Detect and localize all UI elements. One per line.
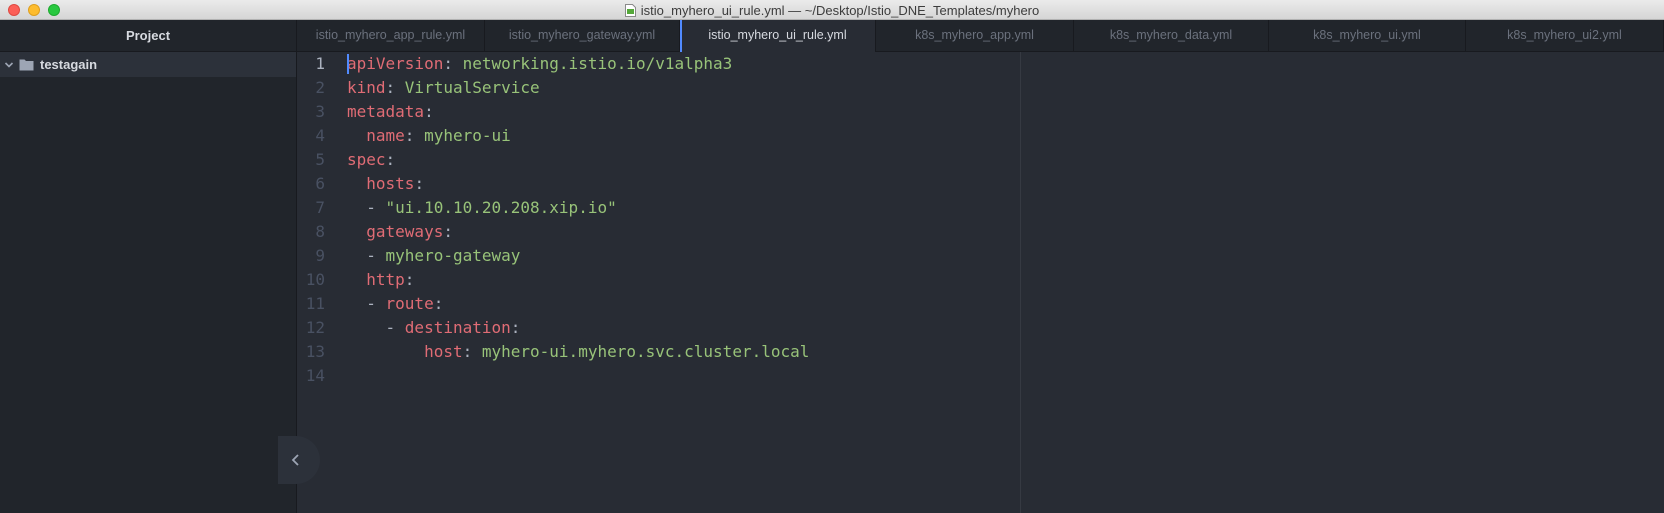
line-number: 4 — [315, 126, 325, 145]
code-line[interactable]: - route: — [347, 292, 443, 316]
yaml-value: myhero-gateway — [385, 246, 521, 265]
tree-view-header[interactable]: Project — [0, 20, 296, 52]
editor-window: istio_myhero_ui_rule.yml — ~/Desktop/Ist… — [0, 0, 1664, 513]
yaml-punctuation: : — [385, 78, 405, 97]
yaml-value: "ui.10.10.20.208.xip.io" — [385, 198, 617, 217]
folder-icon — [19, 59, 34, 71]
code-line[interactable]: kind: VirtualService — [347, 76, 540, 100]
code-line[interactable]: spec: — [347, 148, 395, 172]
line-number: 8 — [315, 222, 325, 241]
code-line[interactable]: - destination: — [347, 316, 521, 340]
yaml-key: hosts — [366, 174, 415, 193]
yaml-file-icon — [624, 3, 636, 17]
code-line[interactable]: gateways: — [347, 220, 453, 244]
line-number: 1 — [315, 54, 325, 73]
yaml-key: name — [366, 126, 405, 145]
yaml-punctuation: : — [404, 126, 425, 145]
tree-root-folder[interactable]: testagain — [0, 52, 296, 77]
code-line[interactable]: hosts: — [347, 172, 424, 196]
line-number: 3 — [315, 102, 325, 121]
line-number: 12 — [305, 318, 325, 337]
yaml-punctuation — [347, 270, 366, 289]
yaml-punctuation: - — [347, 198, 386, 217]
code-line[interactable]: metadata: — [347, 100, 434, 124]
yaml-key: route — [385, 294, 434, 313]
tab-k8s-myhero-ui2[interactable]: k8s_myhero_ui2.yml — [1466, 20, 1664, 51]
tab-istio-myhero-gateway[interactable]: istio_myhero_gateway.yml — [485, 20, 680, 51]
tab-k8s-myhero-app[interactable]: k8s_myhero_app.yml — [876, 20, 1074, 51]
yaml-value: myhero-ui — [424, 126, 511, 145]
chevron-left-icon — [291, 454, 299, 466]
line-number: 13 — [305, 342, 325, 361]
yaml-key: gateways — [366, 222, 444, 241]
yaml-punctuation: - — [347, 318, 405, 337]
yaml-key: metadata — [347, 102, 425, 121]
tab-k8s-myhero-data[interactable]: k8s_myhero_data.yml — [1074, 20, 1269, 51]
text-cursor — [347, 54, 349, 74]
window-title: istio_myhero_ui_rule.yml — ~/Desktop/Ist… — [640, 2, 1040, 18]
yaml-key: kind — [347, 78, 386, 97]
yaml-key: spec — [347, 150, 386, 169]
code-line[interactable]: name: myhero-ui — [347, 124, 511, 148]
line-number: 11 — [305, 294, 325, 313]
yaml-punctuation — [347, 174, 366, 193]
title-bar: istio_myhero_ui_rule.yml — ~/Desktop/Ist… — [0, 0, 1664, 20]
line-number: 7 — [315, 198, 325, 217]
yaml-value: networking.istio.io/v1alpha3 — [462, 54, 733, 73]
yaml-key: apiVersion — [347, 54, 444, 73]
code-line[interactable]: host: myhero-ui.myhero.svc.cluster.local — [347, 340, 809, 364]
code-line[interactable]: - "ui.10.10.20.208.xip.io" — [347, 196, 617, 220]
line-number: 9 — [315, 246, 325, 265]
yaml-key: http — [366, 270, 405, 289]
yaml-punctuation: - — [347, 294, 386, 313]
code-line[interactable]: http: — [347, 268, 414, 292]
yaml-punctuation: : — [443, 222, 453, 241]
yaml-punctuation: - — [347, 246, 386, 265]
yaml-punctuation: : — [433, 294, 444, 313]
line-number: 14 — [305, 366, 325, 385]
tab-bar: istio_myhero_app_rule.yml istio_myhero_g… — [297, 20, 1664, 52]
line-number: 2 — [315, 78, 325, 97]
yaml-punctuation: : — [462, 342, 482, 361]
code-line[interactable]: - myhero-gateway — [347, 244, 520, 268]
title-wrap: istio_myhero_ui_rule.yml — ~/Desktop/Ist… — [0, 0, 1664, 20]
yaml-key: destination — [404, 318, 511, 337]
yaml-punctuation: : — [510, 318, 521, 337]
yaml-punctuation: : — [404, 270, 415, 289]
code-line[interactable]: apiVersion: networking.istio.io/v1alpha3 — [347, 52, 732, 76]
yaml-punctuation: : — [443, 54, 463, 73]
yaml-punctuation — [347, 222, 366, 241]
text-editor[interactable]: 1 2 3 4 5 6 7 8 9 10 11 12 13 14 apiVers… — [297, 52, 1664, 513]
yaml-punctuation: : — [385, 150, 396, 169]
yaml-punctuation — [347, 342, 424, 361]
line-number: 5 — [315, 150, 325, 169]
line-number: 6 — [315, 174, 325, 193]
yaml-punctuation: : — [424, 102, 434, 121]
line-number: 10 — [305, 270, 325, 289]
yaml-key: host — [424, 342, 463, 361]
code-area[interactable]: apiVersion: networking.istio.io/v1alpha3… — [347, 52, 1664, 513]
tree-root-folder-label: testagain — [40, 57, 98, 72]
yaml-punctuation: : — [414, 174, 425, 193]
yaml-value: myhero-ui.myhero.svc.cluster.local — [481, 342, 810, 361]
chevron-down-icon — [4, 61, 14, 68]
yaml-value: VirtualService — [404, 78, 540, 97]
yaml-punctuation — [347, 126, 366, 145]
tree-view: Project testagain — [0, 20, 297, 513]
tab-istio-myhero-ui-rule[interactable]: istio_myhero_ui_rule.yml — [680, 20, 876, 52]
tab-istio-myhero-app-rule[interactable]: istio_myhero_app_rule.yml — [297, 20, 485, 51]
tab-k8s-myhero-ui[interactable]: k8s_myhero_ui.yml — [1269, 20, 1466, 51]
